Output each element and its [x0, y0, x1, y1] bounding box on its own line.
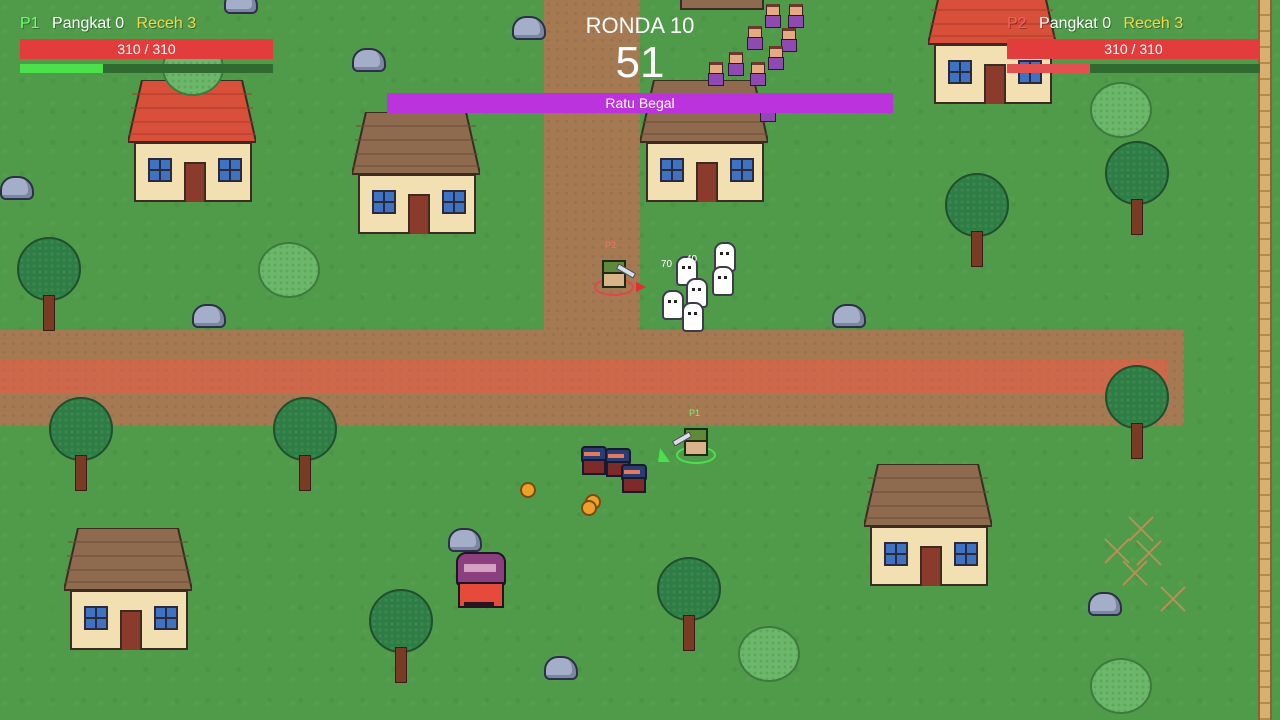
rock-icon [544, 656, 578, 680]
brown-roof-icon [352, 112, 480, 175]
house [128, 80, 256, 202]
p1-hud-stats: P1 Pangkat 0 Receh 3 [20, 15, 204, 33]
ghost-icon [682, 302, 704, 332]
brown-roof-icon [64, 528, 192, 591]
villain-icon [747, 26, 763, 50]
player-2 [594, 258, 637, 296]
bush-icon [738, 626, 800, 682]
tree-icon [1105, 141, 1169, 235]
p2-tag: P2 [1007, 15, 1027, 32]
tree-icon [945, 173, 1009, 267]
bush-icon [1090, 82, 1152, 138]
player-2-tag: P2 [605, 240, 617, 250]
tree-icon [49, 397, 113, 491]
rock-icon [352, 48, 386, 72]
fence-border [1258, 0, 1272, 720]
round-label: RONDA 10 [585, 13, 695, 38]
p2-coins: Receh 3 [1123, 15, 1184, 32]
p1-health-bar: 310 / 310 [20, 39, 273, 59]
boss-health-bar: Ratu Begal [387, 93, 893, 113]
tree-icon [657, 557, 721, 651]
house [64, 528, 192, 650]
bandit-icon [620, 464, 647, 493]
damage-number: 40 [686, 254, 698, 265]
house [864, 464, 992, 586]
player-2-aim-arrow-icon [636, 282, 646, 292]
p1-tag: P1 [20, 15, 40, 32]
villain-icon [765, 4, 781, 28]
villain-icon [768, 46, 784, 70]
house-partial [680, 0, 764, 10]
p2-rank: Pangkat 0 [1039, 15, 1112, 32]
rock-icon [0, 176, 34, 200]
villain-icon [781, 28, 797, 52]
ghost-icon [712, 266, 734, 296]
p1-xp-bar [20, 64, 273, 73]
rock-icon [448, 528, 482, 552]
player-1-tag: P1 [689, 408, 701, 418]
bush-icon [258, 242, 320, 298]
rock-icon [1088, 592, 1122, 616]
brown-roof-icon [864, 464, 992, 527]
p2-xp-bar [1007, 64, 1260, 73]
p2-health-bar: 310 / 310 [1007, 39, 1260, 59]
p2-hud-stats: P2 Pangkat 0 Receh 3 [1007, 15, 1191, 33]
villain-icon [788, 4, 804, 28]
sticks-decoration [1160, 586, 1186, 612]
tree-icon [17, 237, 81, 331]
damage-number: 70 [661, 259, 673, 270]
player-1-aim-arrow-icon [658, 448, 670, 462]
ghost-icon [662, 290, 684, 320]
house [352, 112, 480, 234]
p1-coins: Receh 3 [136, 15, 197, 32]
round-timer: 51 [615, 38, 665, 87]
sticks-decoration [1128, 516, 1154, 542]
player-1 [671, 426, 716, 464]
rock-icon [832, 304, 866, 328]
bandit-icon [580, 446, 607, 475]
p1-rank: Pangkat 0 [52, 15, 125, 32]
danger-lane [0, 360, 1168, 394]
sticks-decoration [1122, 560, 1148, 586]
tree-icon [273, 397, 337, 491]
tree-icon [1105, 365, 1169, 459]
coin-icon[interactable] [520, 482, 536, 498]
bush-icon [1090, 658, 1152, 714]
boss-icon [456, 552, 506, 610]
rock-icon [192, 304, 226, 328]
rock-icon [224, 0, 258, 14]
coin-icon[interactable] [581, 500, 597, 516]
tree-icon [369, 589, 433, 683]
villain-icon [750, 62, 766, 86]
